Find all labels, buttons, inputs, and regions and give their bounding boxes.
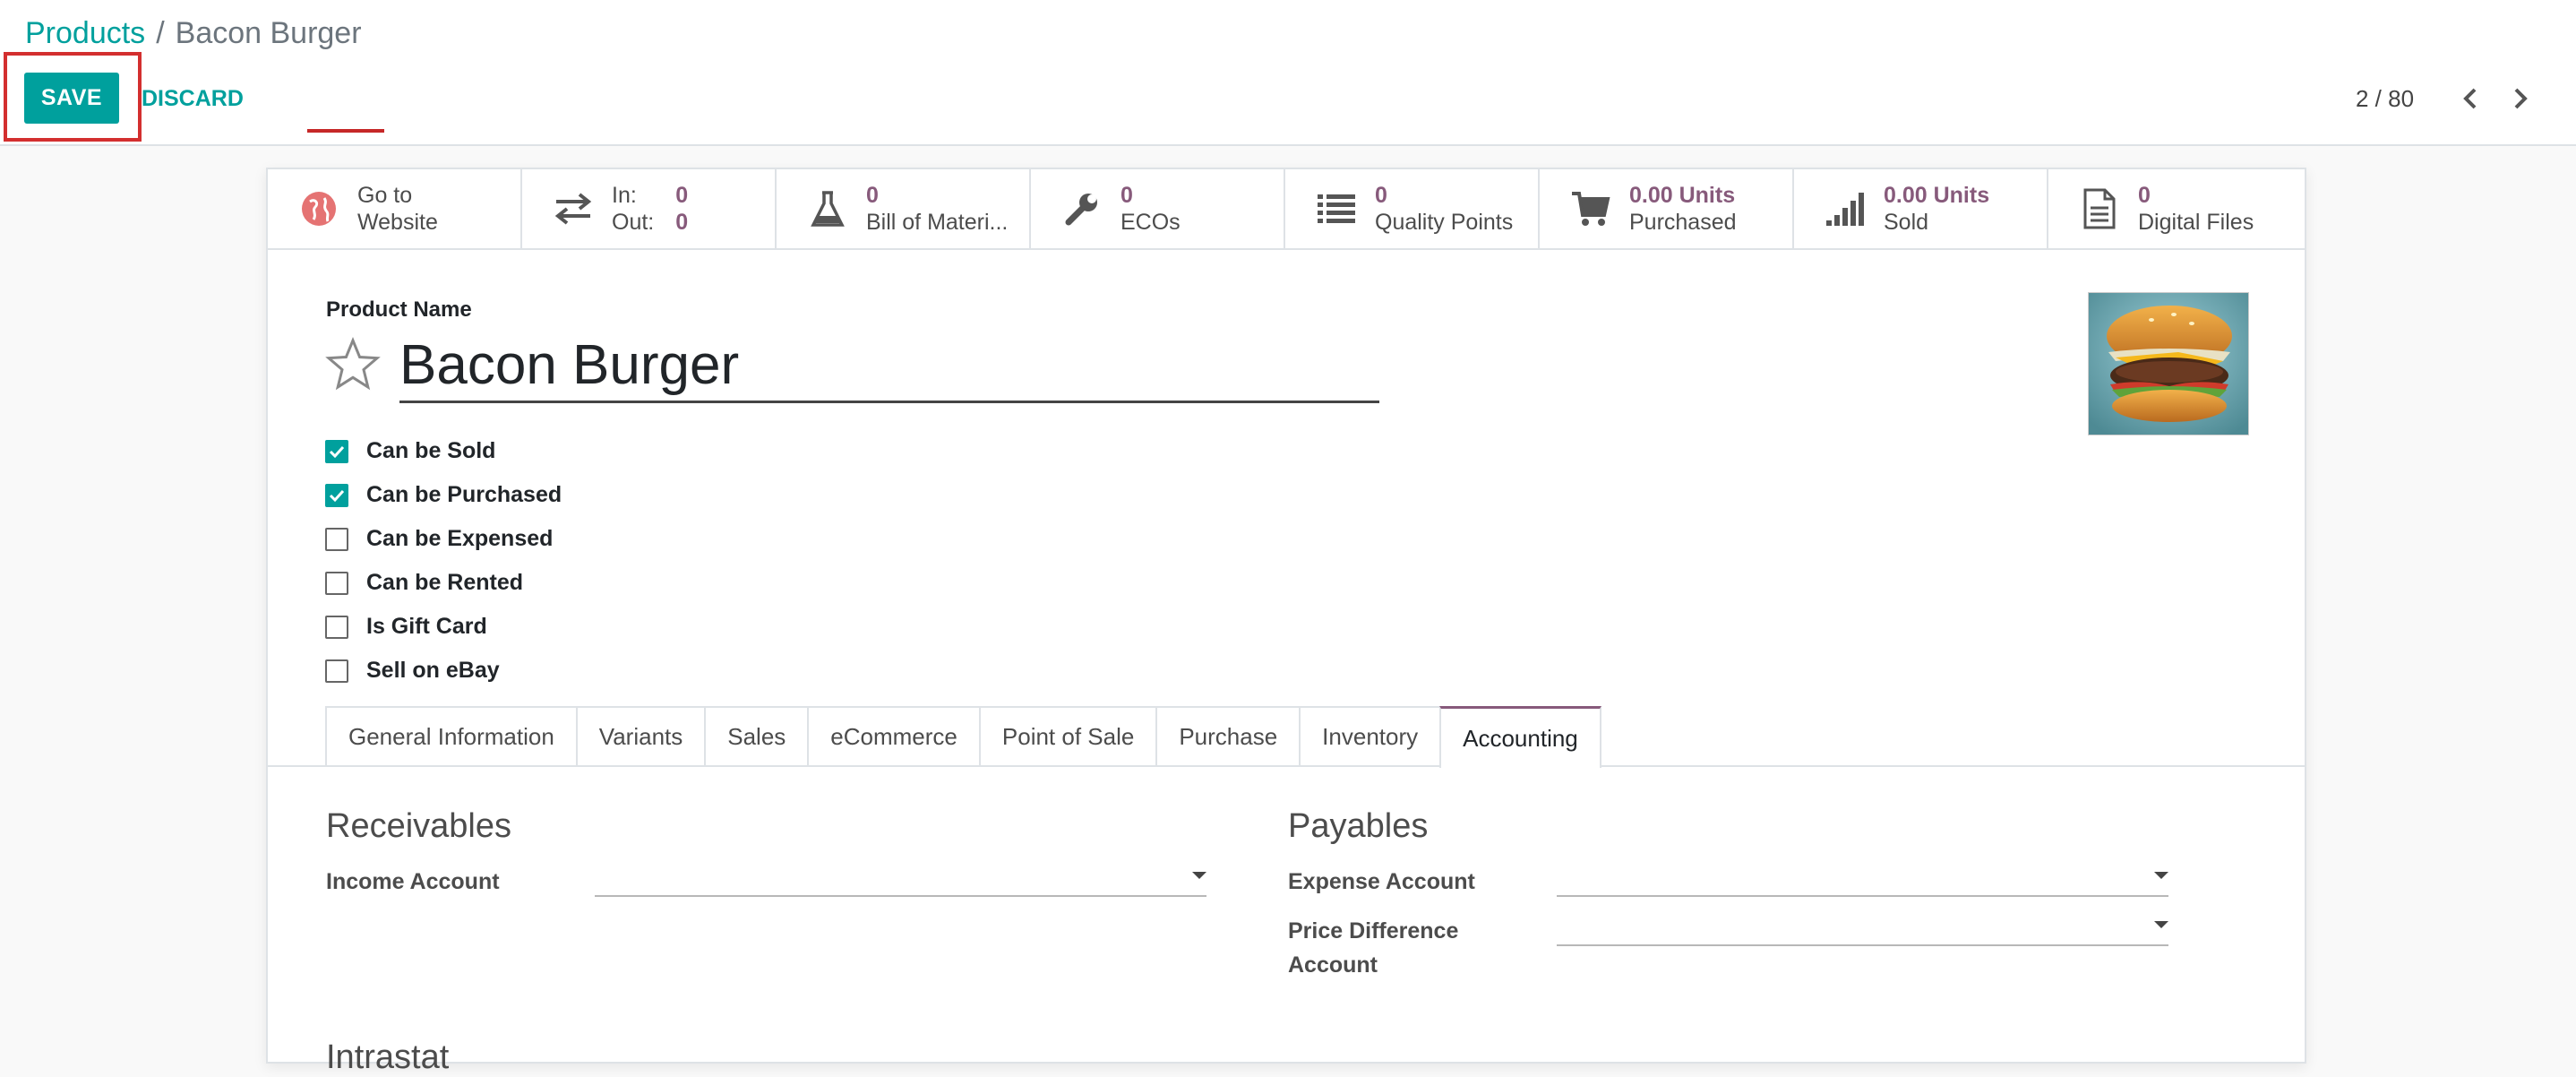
out-label: Out: xyxy=(612,210,655,235)
loading-indicator xyxy=(307,129,384,133)
sell-on-ebay-label: Sell on eBay xyxy=(366,658,500,683)
burger-image xyxy=(2089,293,2248,435)
ecos-button[interactable]: 0 ECOs xyxy=(1031,169,1285,248)
control-panel: Products / Bacon Burger SAVE DISCARD 2 / 8… xyxy=(0,0,2576,146)
tab-accounting[interactable]: Accounting xyxy=(1439,706,1601,768)
can-be-expensed-checkbox[interactable] xyxy=(325,527,348,551)
breadcrumb-products-link[interactable]: Products xyxy=(25,16,145,50)
receivables-heading: Receivables xyxy=(326,807,511,845)
product-name-label: Product Name xyxy=(326,297,472,322)
expense-account-select[interactable] xyxy=(1557,859,2168,897)
file-icon xyxy=(2077,186,2122,231)
tab-sales[interactable]: Sales xyxy=(704,706,810,765)
option-is-gift-card[interactable]: Is Gift Card xyxy=(325,605,562,649)
can-be-sold-checkbox[interactable] xyxy=(325,439,348,463)
list-icon xyxy=(1314,186,1359,231)
expense-account-label: Expense Account xyxy=(1288,869,1475,894)
ecos-label: ECOs xyxy=(1121,210,1181,235)
pager-value[interactable]: 2 / 80 xyxy=(2356,82,2414,115)
can-be-rented-label: Can be Rented xyxy=(366,570,524,595)
price-difference-account-select[interactable] xyxy=(1557,909,2168,946)
sold-qty: 0.00 Units xyxy=(1884,183,1990,208)
payables-heading: Payables xyxy=(1288,807,1429,845)
checkmark-icon xyxy=(329,445,345,458)
bom-count: 0 xyxy=(866,183,879,208)
signal-bars-icon xyxy=(1823,186,1868,231)
can-be-purchased-label: Can be Purchased xyxy=(366,482,562,507)
pager-next-button[interactable] xyxy=(2504,82,2537,115)
product-options: Can be Sold Can be Purchased Can be Expe… xyxy=(325,429,562,693)
breadcrumb-separator: / xyxy=(156,16,165,50)
in-out-moves-button[interactable]: In: 0 Out: 0 xyxy=(522,169,777,248)
sold-label: Sold xyxy=(1884,210,1929,235)
chevron-left-icon xyxy=(2463,88,2477,109)
smart-button-box: Go to Website In: 0 Out: 0 0 Bill of Mat xyxy=(268,169,2305,250)
caret-down-icon xyxy=(1192,872,1206,879)
bill-of-materials-button[interactable]: 0 Bill of Materi... xyxy=(777,169,1031,248)
bom-label: Bill of Materi... xyxy=(866,210,1009,235)
form-sheet: Go to Website In: 0 Out: 0 0 Bill of Mat xyxy=(266,168,2306,1076)
tab-general-information[interactable]: General Information xyxy=(325,706,578,765)
save-button[interactable]: SAVE xyxy=(24,73,119,124)
globe-icon xyxy=(296,186,341,231)
quality-points-count: 0 xyxy=(1375,183,1387,208)
tab-variants[interactable]: Variants xyxy=(575,706,707,765)
can-be-sold-label: Can be Sold xyxy=(366,438,496,463)
option-can-be-rented[interactable]: Can be Rented xyxy=(325,561,562,605)
price-difference-label-line1: Price Difference xyxy=(1288,918,1459,943)
breadcrumb: Products / Bacon Burger xyxy=(25,13,362,54)
tab-ecommerce[interactable]: eCommerce xyxy=(807,706,981,765)
option-can-be-sold[interactable]: Can be Sold xyxy=(325,429,562,473)
tab-purchase[interactable]: Purchase xyxy=(1155,706,1301,765)
price-difference-label-line2: Account xyxy=(1288,952,1378,978)
in-label: In: xyxy=(612,183,637,208)
purchased-button[interactable]: 0.00 Units Purchased xyxy=(1540,169,1794,248)
ecos-count: 0 xyxy=(1121,183,1133,208)
quality-points-button[interactable]: 0 Quality Points xyxy=(1285,169,1540,248)
pager-previous-button[interactable] xyxy=(2454,82,2486,115)
quality-points-label: Quality Points xyxy=(1375,210,1514,235)
website-line1: Go to xyxy=(357,183,413,208)
arrows-exchange-icon xyxy=(551,186,596,231)
caret-down-icon xyxy=(2154,872,2168,879)
tab-point-of-sale[interactable]: Point of Sale xyxy=(978,706,1158,765)
intrastat-heading: Intrastat xyxy=(326,1038,450,1076)
digital-files-count: 0 xyxy=(2138,183,2151,208)
product-image[interactable] xyxy=(2088,292,2249,435)
sold-button[interactable]: 0.00 Units Sold xyxy=(1794,169,2048,248)
digital-files-label: Digital Files xyxy=(2138,210,2254,235)
in-value: 0 xyxy=(675,183,689,208)
discard-button[interactable]: DISCARD xyxy=(142,82,244,115)
product-name-input[interactable] xyxy=(399,329,1379,403)
digital-files-button[interactable]: 0 Digital Files xyxy=(2048,169,2303,248)
is-gift-card-checkbox[interactable] xyxy=(325,615,348,639)
option-can-be-purchased[interactable]: Can be Purchased xyxy=(325,473,562,517)
go-to-website-button[interactable]: Go to Website xyxy=(268,169,522,248)
shopping-cart-icon xyxy=(1568,186,1613,231)
flask-icon xyxy=(805,186,850,231)
website-line2: Website xyxy=(357,210,438,235)
option-sell-on-ebay[interactable]: Sell on eBay xyxy=(325,649,562,693)
income-account-select[interactable] xyxy=(595,859,1206,897)
sell-on-ebay-checkbox[interactable] xyxy=(325,659,348,683)
can-be-purchased-checkbox[interactable] xyxy=(325,483,348,507)
tab-inventory[interactable]: Inventory xyxy=(1299,706,1442,765)
out-value: 0 xyxy=(675,210,689,235)
breadcrumb-current: Bacon Burger xyxy=(175,16,362,50)
chevron-right-icon xyxy=(2514,88,2528,109)
caret-down-icon xyxy=(2154,921,2168,928)
notebook-tabs: General Information Variants Sales eComm… xyxy=(325,706,1601,768)
can-be-expensed-label: Can be Expensed xyxy=(366,526,554,551)
can-be-rented-checkbox[interactable] xyxy=(325,571,348,595)
is-gift-card-label: Is Gift Card xyxy=(366,614,487,639)
purchased-qty: 0.00 Units xyxy=(1629,183,1736,208)
option-can-be-expensed[interactable]: Can be Expensed xyxy=(325,517,562,561)
purchased-label: Purchased xyxy=(1629,210,1737,235)
wrench-icon xyxy=(1060,186,1104,231)
favorite-star-icon[interactable] xyxy=(325,337,381,392)
checkmark-icon xyxy=(329,489,345,502)
income-account-label: Income Account xyxy=(326,869,500,894)
